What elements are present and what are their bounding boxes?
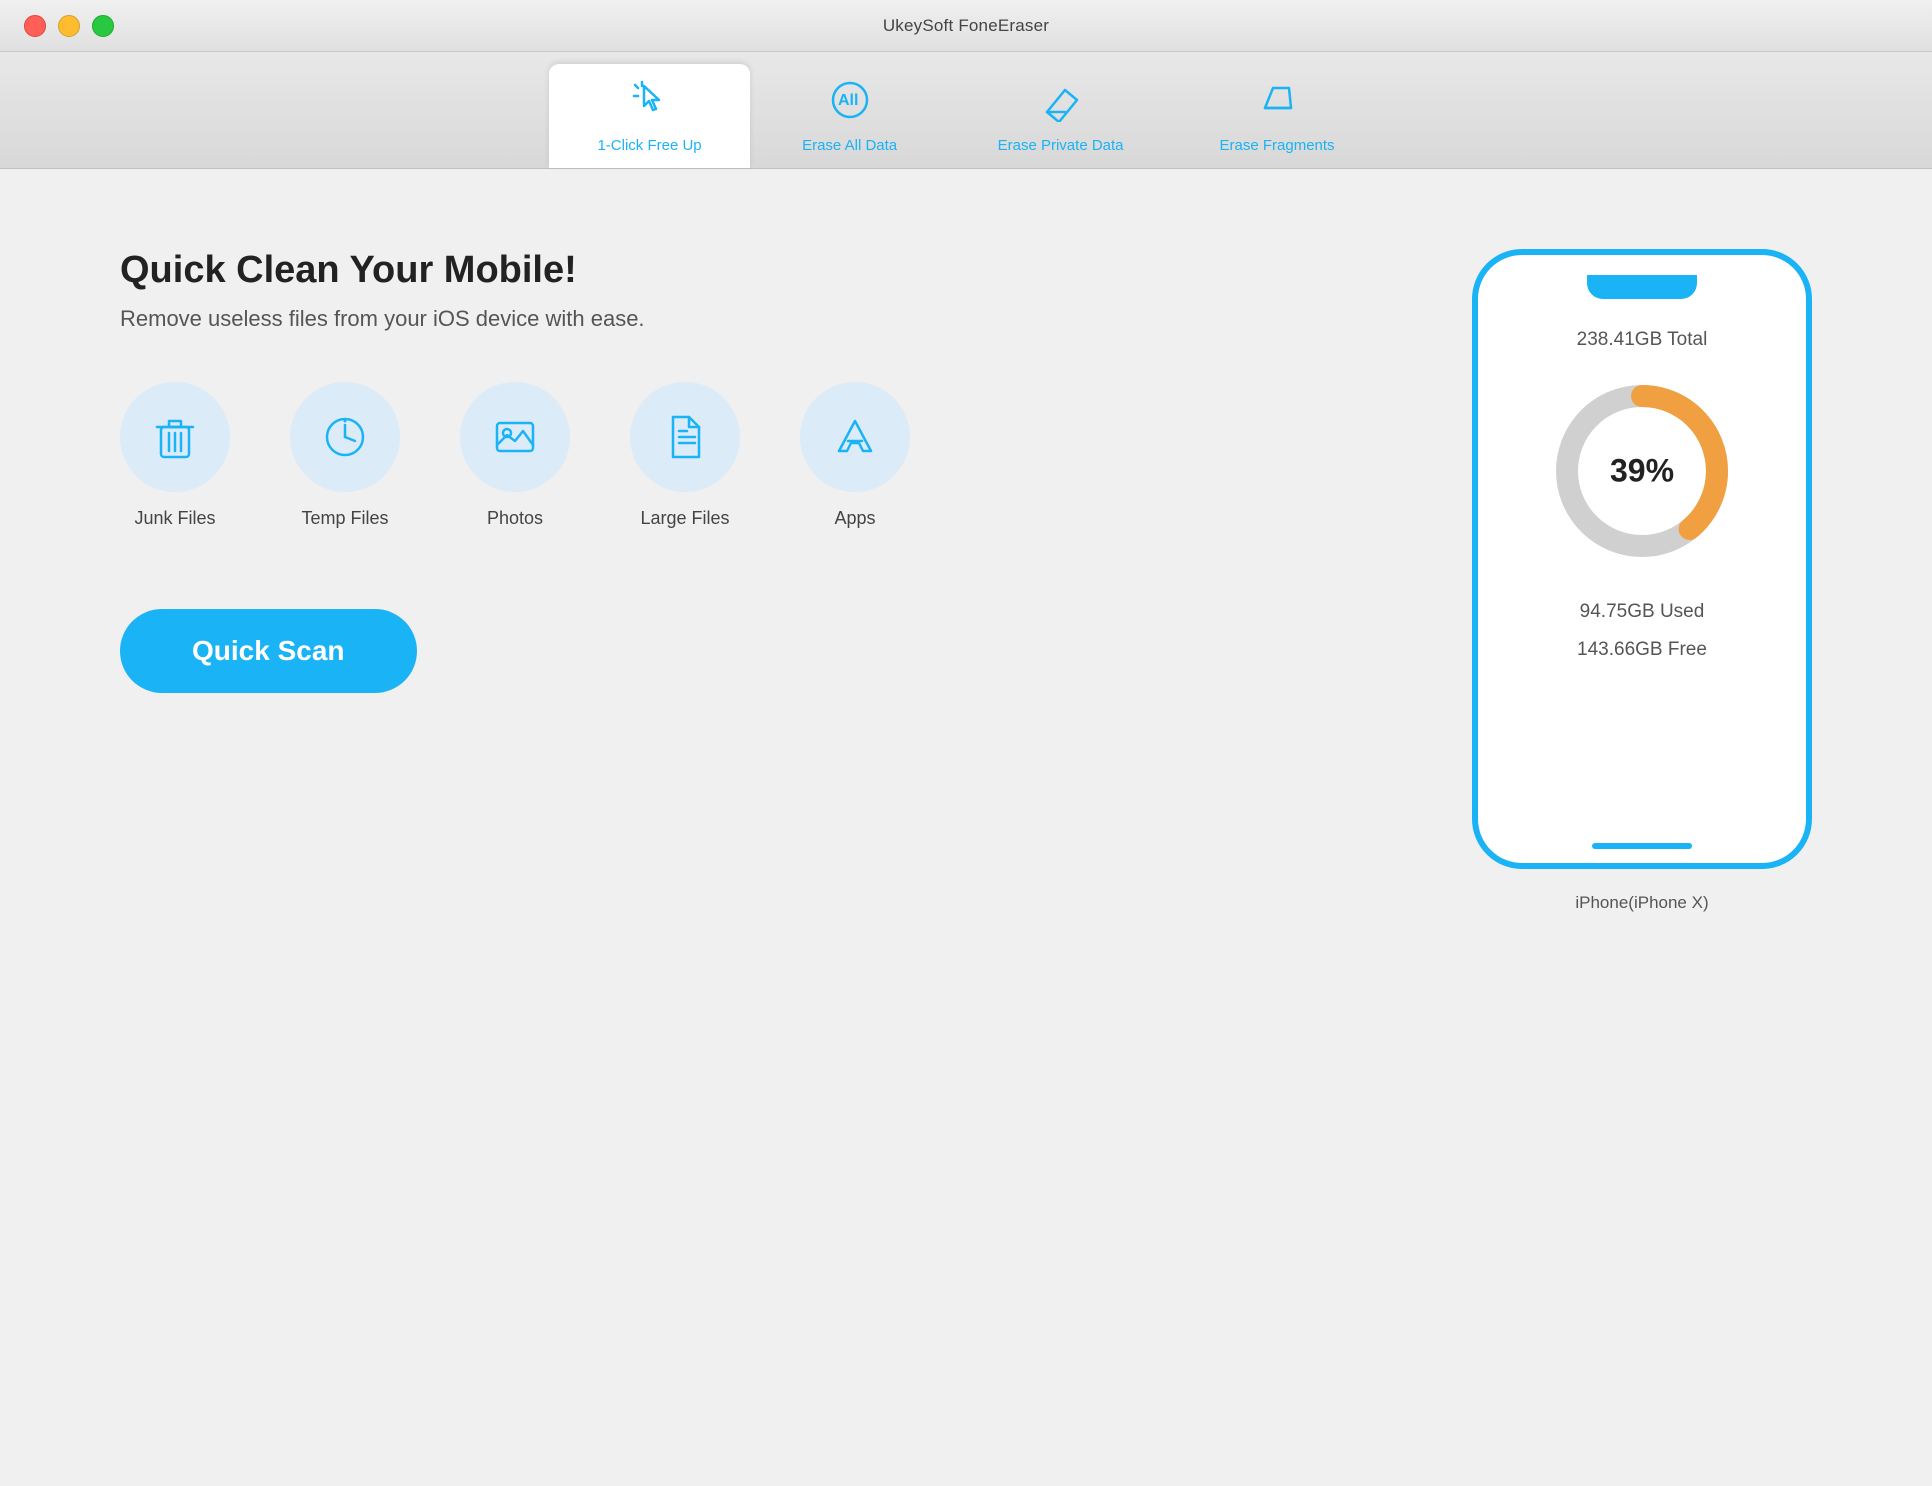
- erase-private-icon: [1039, 78, 1083, 131]
- one-click-icon: [628, 78, 672, 131]
- temp-files-icon-circle: [290, 382, 400, 492]
- svg-text:All: All: [838, 92, 858, 109]
- erase-fragments-icon: [1255, 78, 1299, 131]
- phone-mockup: 238.41GB Total 39% 94.75GB Used 143.66GB…: [1472, 249, 1812, 869]
- icons-row: Junk Files Temp Files: [120, 382, 1392, 529]
- fullscreen-button[interactable]: [92, 15, 114, 37]
- tab-erase-fragments-label: Erase Fragments: [1220, 137, 1335, 154]
- left-panel: Quick Clean Your Mobile! Remove useless …: [120, 249, 1392, 693]
- junk-files-label: Junk Files: [134, 508, 215, 529]
- erase-all-icon: All: [828, 78, 872, 131]
- tab-one-click[interactable]: 1-Click Free Up: [549, 64, 749, 168]
- traffic-lights: [24, 15, 114, 37]
- photos-icon-circle: [460, 382, 570, 492]
- quick-scan-button[interactable]: Quick Scan: [120, 609, 417, 693]
- donut-chart: 39%: [1542, 371, 1742, 571]
- tab-bar: 1-Click Free Up All Erase All Data Erase…: [0, 52, 1932, 169]
- right-panel: 238.41GB Total 39% 94.75GB Used 143.66GB…: [1472, 249, 1812, 913]
- tab-erase-all[interactable]: All Erase All Data: [750, 64, 950, 168]
- device-name: iPhone(iPhone X): [1575, 893, 1708, 913]
- tab-erase-all-label: Erase All Data: [802, 137, 897, 154]
- main-content: Quick Clean Your Mobile! Remove useless …: [0, 169, 1932, 1486]
- apps-item[interactable]: Apps: [800, 382, 910, 529]
- junk-files-item[interactable]: Junk Files: [120, 382, 230, 529]
- large-files-label: Large Files: [640, 508, 729, 529]
- phone-home-bar: [1592, 843, 1692, 849]
- junk-files-icon-circle: [120, 382, 230, 492]
- device-total: 238.41GB Total: [1577, 329, 1708, 351]
- device-free: 143.66GB Free: [1577, 639, 1707, 661]
- device-used: 94.75GB Used: [1580, 601, 1705, 623]
- tab-one-click-label: 1-Click Free Up: [597, 137, 701, 154]
- tab-erase-fragments[interactable]: Erase Fragments: [1172, 64, 1383, 168]
- window-title: UkeySoft FoneEraser: [883, 16, 1049, 36]
- apps-icon-circle: [800, 382, 910, 492]
- temp-files-item[interactable]: Temp Files: [290, 382, 400, 529]
- headline: Quick Clean Your Mobile!: [120, 249, 1392, 292]
- usage-percent: 39%: [1610, 453, 1674, 490]
- intro-section: Quick Clean Your Mobile! Remove useless …: [120, 249, 1392, 332]
- temp-files-label: Temp Files: [301, 508, 388, 529]
- large-files-item[interactable]: Large Files: [630, 382, 740, 529]
- photos-label: Photos: [487, 508, 543, 529]
- tab-erase-private-label: Erase Private Data: [998, 137, 1124, 154]
- apps-label: Apps: [834, 508, 875, 529]
- phone-notch: [1587, 275, 1697, 299]
- tab-erase-private[interactable]: Erase Private Data: [950, 64, 1172, 168]
- close-button[interactable]: [24, 15, 46, 37]
- large-files-icon-circle: [630, 382, 740, 492]
- minimize-button[interactable]: [58, 15, 80, 37]
- subtext: Remove useless files from your iOS devic…: [120, 306, 1392, 332]
- title-bar: UkeySoft FoneEraser: [0, 0, 1932, 52]
- photos-item[interactable]: Photos: [460, 382, 570, 529]
